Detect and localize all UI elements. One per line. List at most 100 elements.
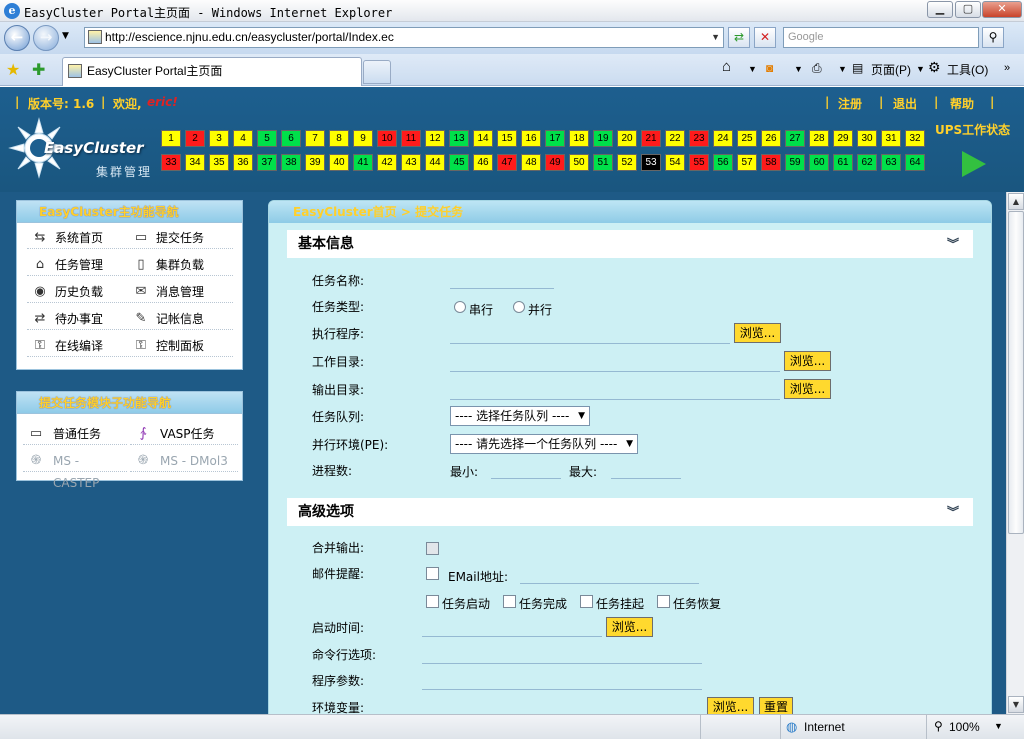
node-39-status[interactable]: 39 [305, 154, 325, 171]
main-nav-item-6[interactable]: ⇄ 待办事宜 [27, 308, 127, 330]
search-input[interactable]: Google [783, 27, 979, 48]
node-56-status[interactable]: 56 [713, 154, 733, 171]
output-dir-input[interactable] [450, 399, 780, 400]
node-25-status[interactable]: 25 [737, 130, 757, 147]
cmd-options-input[interactable] [422, 663, 702, 664]
node-6-status[interactable]: 6 [281, 130, 301, 147]
node-13-status[interactable]: 13 [449, 130, 469, 147]
node-23-status[interactable]: 23 [689, 130, 709, 147]
node-33-status[interactable]: 33 [161, 154, 181, 171]
print-icon[interactable]: ⎙ [812, 61, 822, 76]
node-4-status[interactable]: 4 [233, 130, 253, 147]
opt-resume-checkbox[interactable] [657, 595, 670, 608]
node-31-status[interactable]: 31 [881, 130, 901, 147]
node-29-status[interactable]: 29 [833, 130, 853, 147]
node-26-status[interactable]: 26 [761, 130, 781, 147]
node-18-status[interactable]: 18 [569, 130, 589, 147]
node-57-status[interactable]: 57 [737, 154, 757, 171]
vertical-scrollbar[interactable]: ▲ ▼ [1006, 192, 1024, 714]
minimize-button[interactable]: ▁ [927, 1, 953, 18]
output-dir-browse-button[interactable]: 浏览... [784, 379, 831, 399]
collapse-chevron-icon[interactable]: ︾ [947, 230, 959, 258]
node-63-status[interactable]: 63 [881, 154, 901, 171]
section-basic-info[interactable]: 基本信息 ︾ [287, 230, 973, 258]
main-nav-item-3[interactable]: ▯ 集群负载 [128, 254, 233, 276]
feeds-icon[interactable]: ◙ [766, 61, 773, 75]
zoom-dropdown-icon[interactable]: ▼ [994, 721, 1003, 731]
address-input[interactable]: http://escience.njnu.edu.cn/easycluster/… [84, 27, 724, 48]
page-menu-icon[interactable]: ▤ [852, 61, 863, 75]
breadcrumb[interactable]: EasyCluster首页 > 提交任务 [269, 201, 991, 223]
node-17-status[interactable]: 17 [545, 130, 565, 147]
node-34-status[interactable]: 34 [185, 154, 205, 171]
executable-input[interactable] [450, 343, 730, 344]
node-38-status[interactable]: 38 [281, 154, 301, 171]
serial-radio[interactable] [454, 301, 466, 313]
node-46-status[interactable]: 46 [473, 154, 493, 171]
add-favorites-icon[interactable]: ✚ [32, 60, 45, 79]
main-nav-item-8[interactable]: ⚿ 在线编译 [27, 335, 127, 357]
print-dropdown-icon[interactable]: ▼ [838, 64, 847, 74]
node-21-status[interactable]: 21 [641, 130, 661, 147]
node-27-status[interactable]: 27 [785, 130, 805, 147]
merge-output-checkbox[interactable] [426, 542, 439, 555]
feeds-dropdown-icon[interactable]: ▼ [794, 64, 803, 74]
tools-menu[interactable]: 工具(O) [947, 61, 988, 78]
node-20-status[interactable]: 20 [617, 130, 637, 147]
node-2-status[interactable]: 2 [185, 130, 205, 147]
work-dir-input[interactable] [450, 371, 780, 372]
procs-max-input[interactable] [611, 478, 681, 479]
node-50-status[interactable]: 50 [569, 154, 589, 171]
node-55-status[interactable]: 55 [689, 154, 709, 171]
node-42-status[interactable]: 42 [377, 154, 397, 171]
node-32-status[interactable]: 32 [905, 130, 925, 147]
scroll-thumb[interactable] [1008, 211, 1024, 534]
toolbar-overflow-icon[interactable]: » [1004, 62, 1010, 74]
history-dropdown-icon[interactable]: ▼ [62, 31, 69, 41]
section-advanced[interactable]: 高级选项 ︾ [287, 498, 973, 526]
node-53-status[interactable]: 53 [641, 154, 661, 171]
main-nav-item-0[interactable]: ⇆ 系统首页 [27, 227, 127, 249]
node-5-status[interactable]: 5 [257, 130, 277, 147]
new-tab-button[interactable] [363, 60, 391, 84]
node-47-status[interactable]: 47 [497, 154, 517, 171]
node-40-status[interactable]: 40 [329, 154, 349, 171]
main-nav-item-9[interactable]: ⚿ 控制面板 [128, 335, 233, 357]
sub-nav-item-1[interactable]: ∱ VASP任务 [130, 423, 238, 445]
node-35-status[interactable]: 35 [209, 154, 229, 171]
node-48-status[interactable]: 48 [521, 154, 541, 171]
favorites-star-icon[interactable]: ★ [6, 60, 20, 79]
node-45-status[interactable]: 45 [449, 154, 469, 171]
node-1-status[interactable]: 1 [161, 130, 181, 147]
queue-select[interactable]: ---- 选择任务队列 ---- ▼ [450, 406, 590, 426]
mail-notify-checkbox[interactable] [426, 567, 439, 580]
scroll-down-button[interactable]: ▼ [1008, 696, 1024, 713]
prog-params-input[interactable] [422, 689, 702, 690]
opt-suspend-checkbox[interactable] [580, 595, 593, 608]
main-nav-item-7[interactable]: ✎ 记帐信息 [128, 308, 233, 330]
scroll-up-button[interactable]: ▲ [1008, 193, 1024, 210]
node-15-status[interactable]: 15 [497, 130, 517, 147]
node-14-status[interactable]: 14 [473, 130, 493, 147]
node-28-status[interactable]: 28 [809, 130, 829, 147]
forward-button[interactable]: → [33, 25, 59, 51]
procs-min-input[interactable] [491, 478, 561, 479]
task-name-input[interactable] [450, 288, 554, 289]
node-8-status[interactable]: 8 [329, 130, 349, 147]
node-10-status[interactable]: 10 [377, 130, 397, 147]
node-11-status[interactable]: 11 [401, 130, 421, 147]
register-link[interactable]: 注册 [838, 95, 862, 112]
node-41-status[interactable]: 41 [353, 154, 373, 171]
page-menu-dropdown-icon[interactable]: ▼ [916, 64, 925, 74]
logout-link[interactable]: 退出 [893, 95, 917, 112]
tab-easycluster[interactable]: EasyCluster Portal主页面 [62, 57, 362, 86]
sub-nav-item-2[interactable]: ֍ MS - CASTEP [23, 450, 127, 490]
work-dir-browse-button[interactable]: 浏览... [784, 351, 831, 371]
main-nav-item-4[interactable]: ◉ 历史负载 [27, 281, 127, 303]
node-59-status[interactable]: 59 [785, 154, 805, 171]
env-vars-browse-button[interactable]: 浏览... [707, 697, 754, 714]
node-7-status[interactable]: 7 [305, 130, 325, 147]
address-dropdown-icon[interactable]: ▼ [711, 28, 720, 47]
ups-status-play-icon[interactable] [962, 151, 986, 177]
back-button[interactable]: ← [4, 25, 30, 51]
